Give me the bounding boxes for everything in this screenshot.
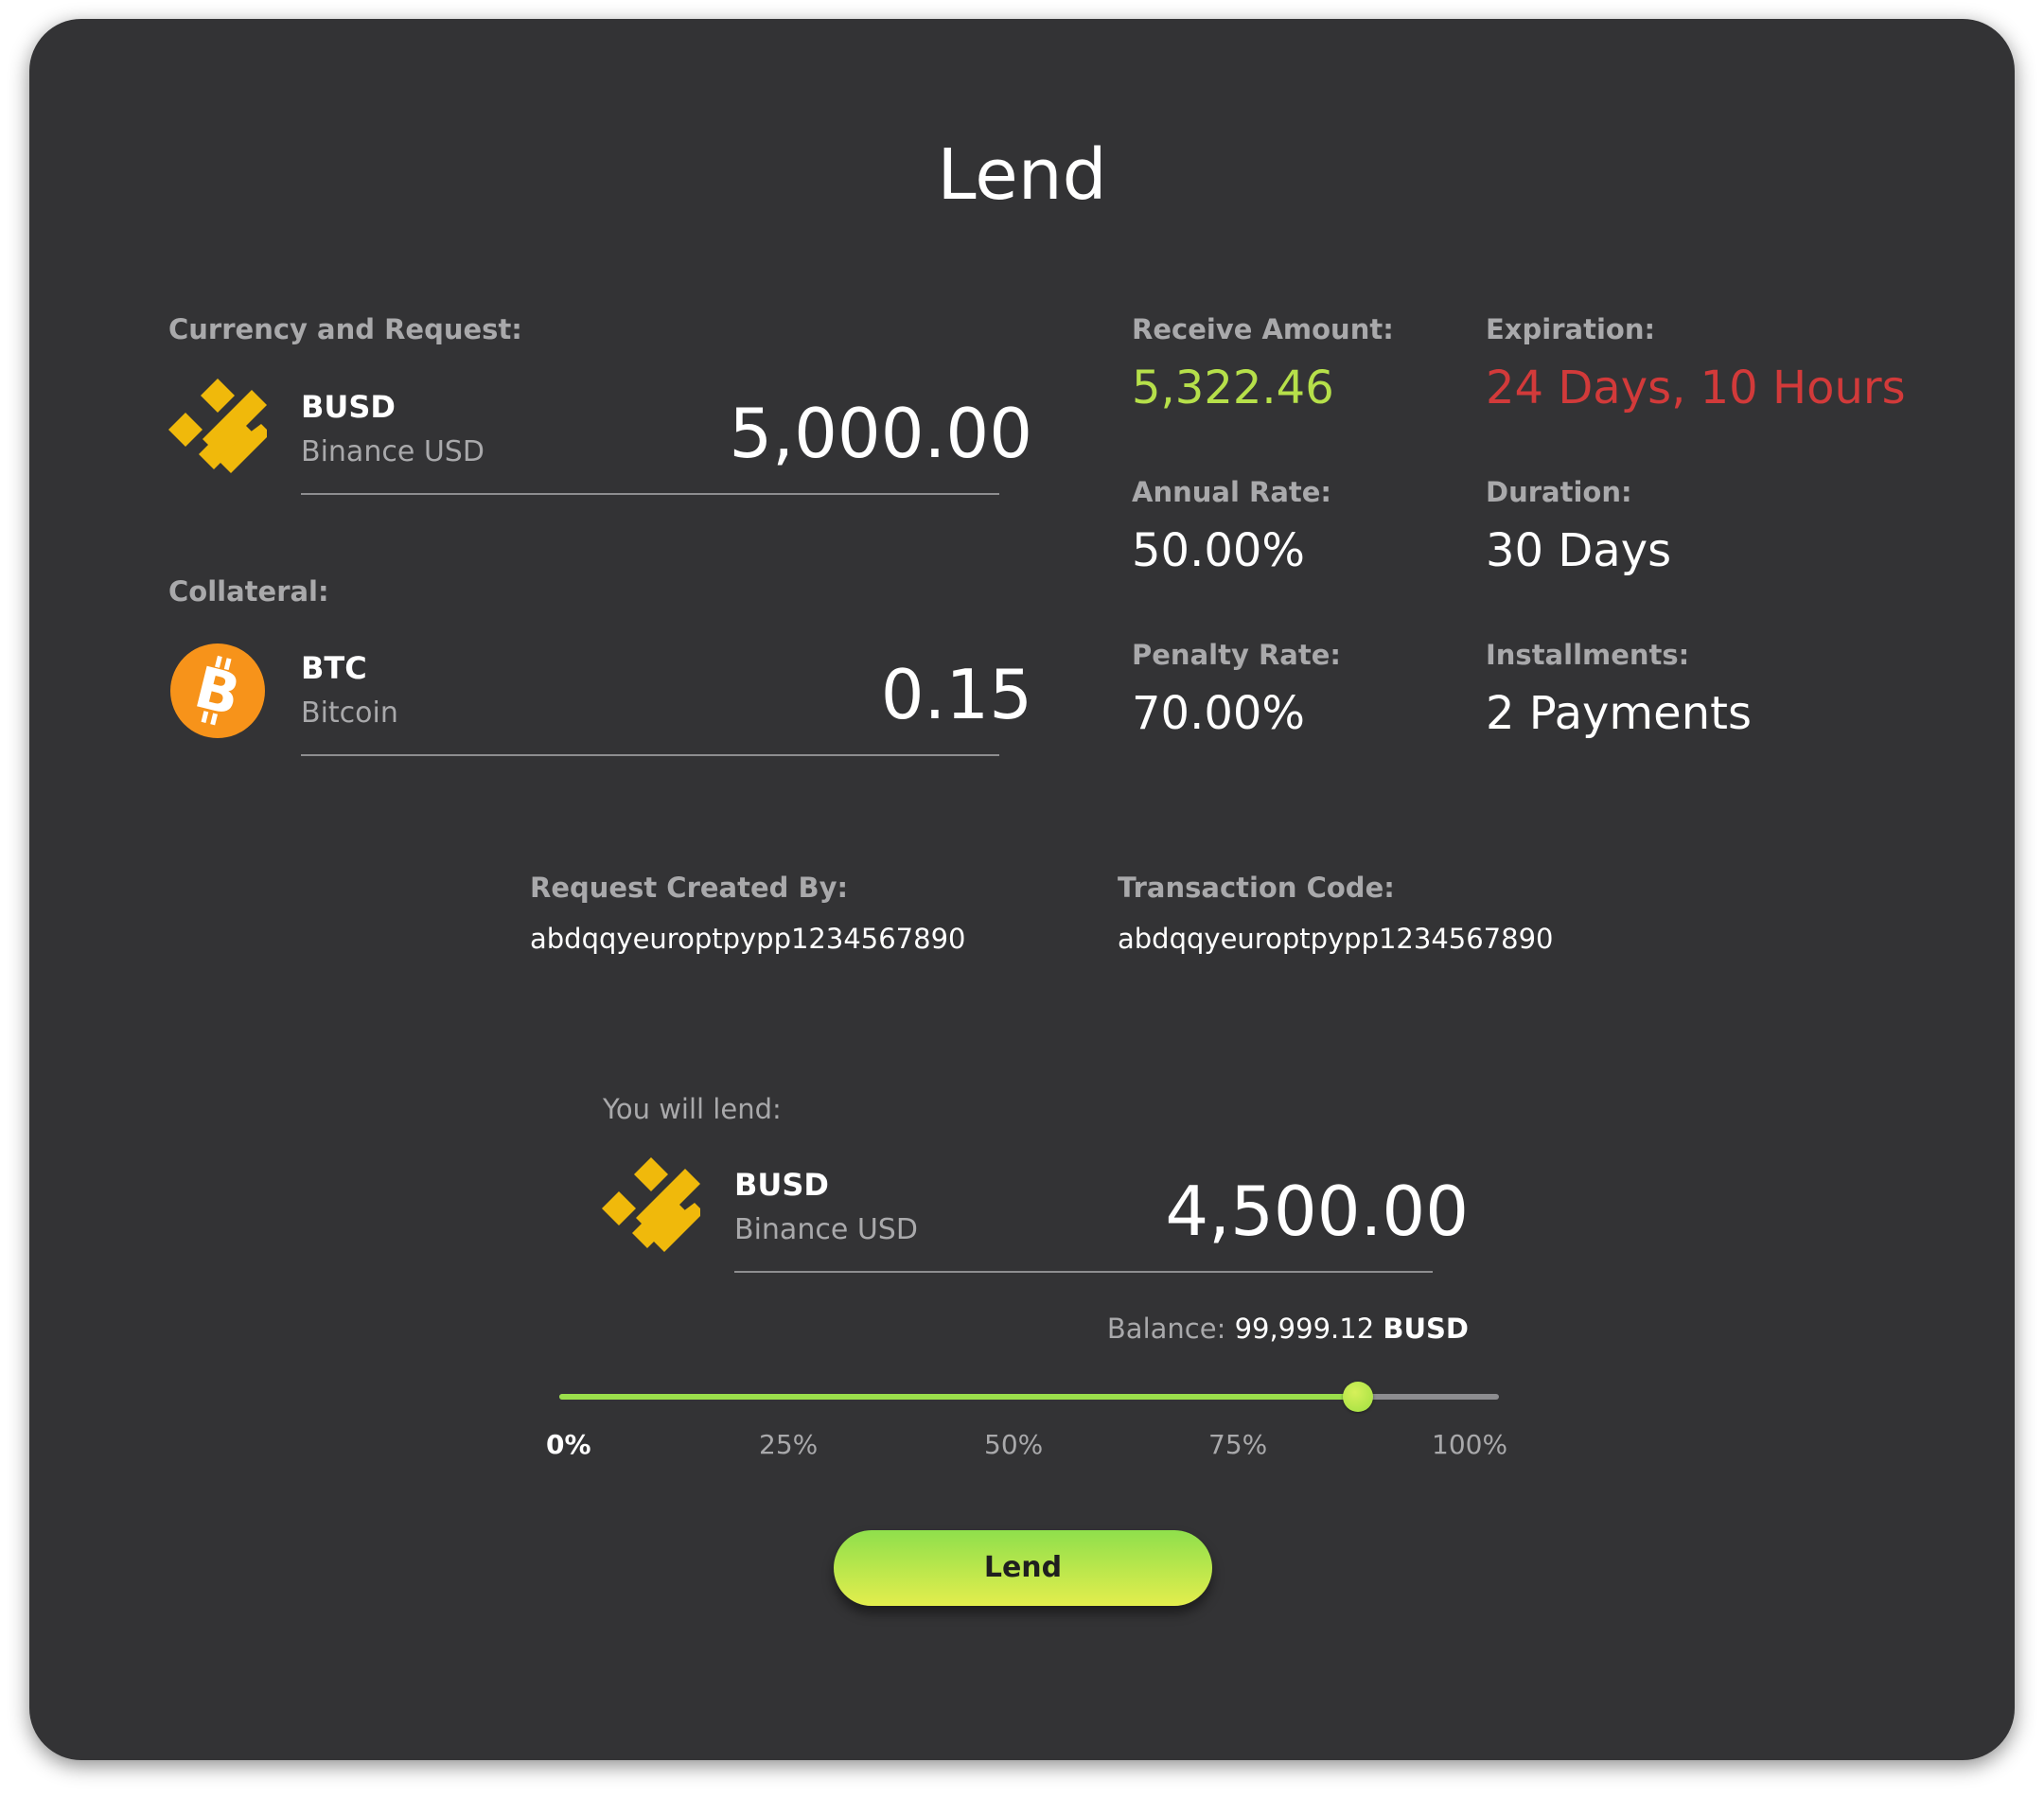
annual-rate-value: 50.00% [1132, 524, 1306, 577]
penalty-rate-value: 70.00% [1132, 687, 1306, 740]
slider-thumb[interactable] [1343, 1382, 1373, 1412]
expiration-label: Expiration: [1486, 313, 1656, 345]
collateral-amount: 0.15 [880, 655, 1032, 734]
expiration-value: 24 Days, 10 Hours [1486, 361, 1906, 414]
receive-amount-label: Receive Amount: [1132, 313, 1394, 345]
slider-tick-100[interactable]: 100% [1432, 1429, 1507, 1461]
btc-icon: B [168, 642, 267, 740]
collateral-currency-name: Bitcoin [301, 696, 398, 730]
collateral-label: Collateral: [168, 575, 329, 608]
balance-unit: BUSD [1383, 1313, 1469, 1345]
lend-button[interactable]: Lend [834, 1530, 1212, 1606]
request-underline [301, 493, 999, 495]
balance-display: Balance: 99,999.12 BUSD [976, 1312, 1469, 1346]
lend-card: Lend Currency and Request: BUSD Binance … [29, 19, 2015, 1760]
created-by-label: Request Created By: [530, 872, 849, 904]
request-ticker: BUSD [301, 389, 396, 425]
page-title: Lend [937, 134, 1107, 216]
installments-value: 2 Payments [1486, 687, 1752, 740]
collateral-ticker: BTC [301, 650, 367, 686]
duration-label: Duration: [1486, 476, 1632, 508]
transaction-code-value: abdqqyeuroptpypp1234567890 [1118, 923, 1554, 955]
lend-amount-label: You will lend: [603, 1093, 782, 1125]
busd-icon [168, 379, 267, 477]
balance-label: Balance: [1106, 1313, 1226, 1345]
slider-tick-25[interactable]: 25% [759, 1429, 818, 1461]
transaction-code-label: Transaction Code: [1118, 872, 1395, 904]
slider-tick-75[interactable]: 75% [1208, 1429, 1267, 1461]
created-by-value: abdqqyeuroptpypp1234567890 [530, 923, 966, 955]
installments-label: Installments: [1486, 639, 1690, 671]
penalty-rate-label: Penalty Rate: [1132, 639, 1341, 671]
busd-icon [602, 1157, 700, 1256]
receive-amount-value: 5,322.46 [1132, 361, 1334, 414]
lend-underline [734, 1271, 1433, 1273]
duration-value: 30 Days [1486, 524, 1672, 577]
annual-rate-label: Annual Rate: [1132, 476, 1332, 508]
lend-ticker: BUSD [734, 1167, 829, 1203]
lend-currency-name: Binance USD [734, 1213, 918, 1246]
slider-fill [559, 1394, 1358, 1400]
balance-value: 99,999.12 [1234, 1313, 1375, 1345]
request-label: Currency and Request: [168, 313, 522, 345]
request-currency-name: Binance USD [301, 435, 485, 468]
lend-amount-input[interactable]: 4,500.00 [976, 1171, 1469, 1252]
request-amount: 5,000.00 [729, 394, 1032, 473]
collateral-underline [301, 754, 999, 756]
slider-tick-0[interactable]: 0% [546, 1429, 591, 1461]
slider-tick-50[interactable]: 50% [984, 1429, 1043, 1461]
